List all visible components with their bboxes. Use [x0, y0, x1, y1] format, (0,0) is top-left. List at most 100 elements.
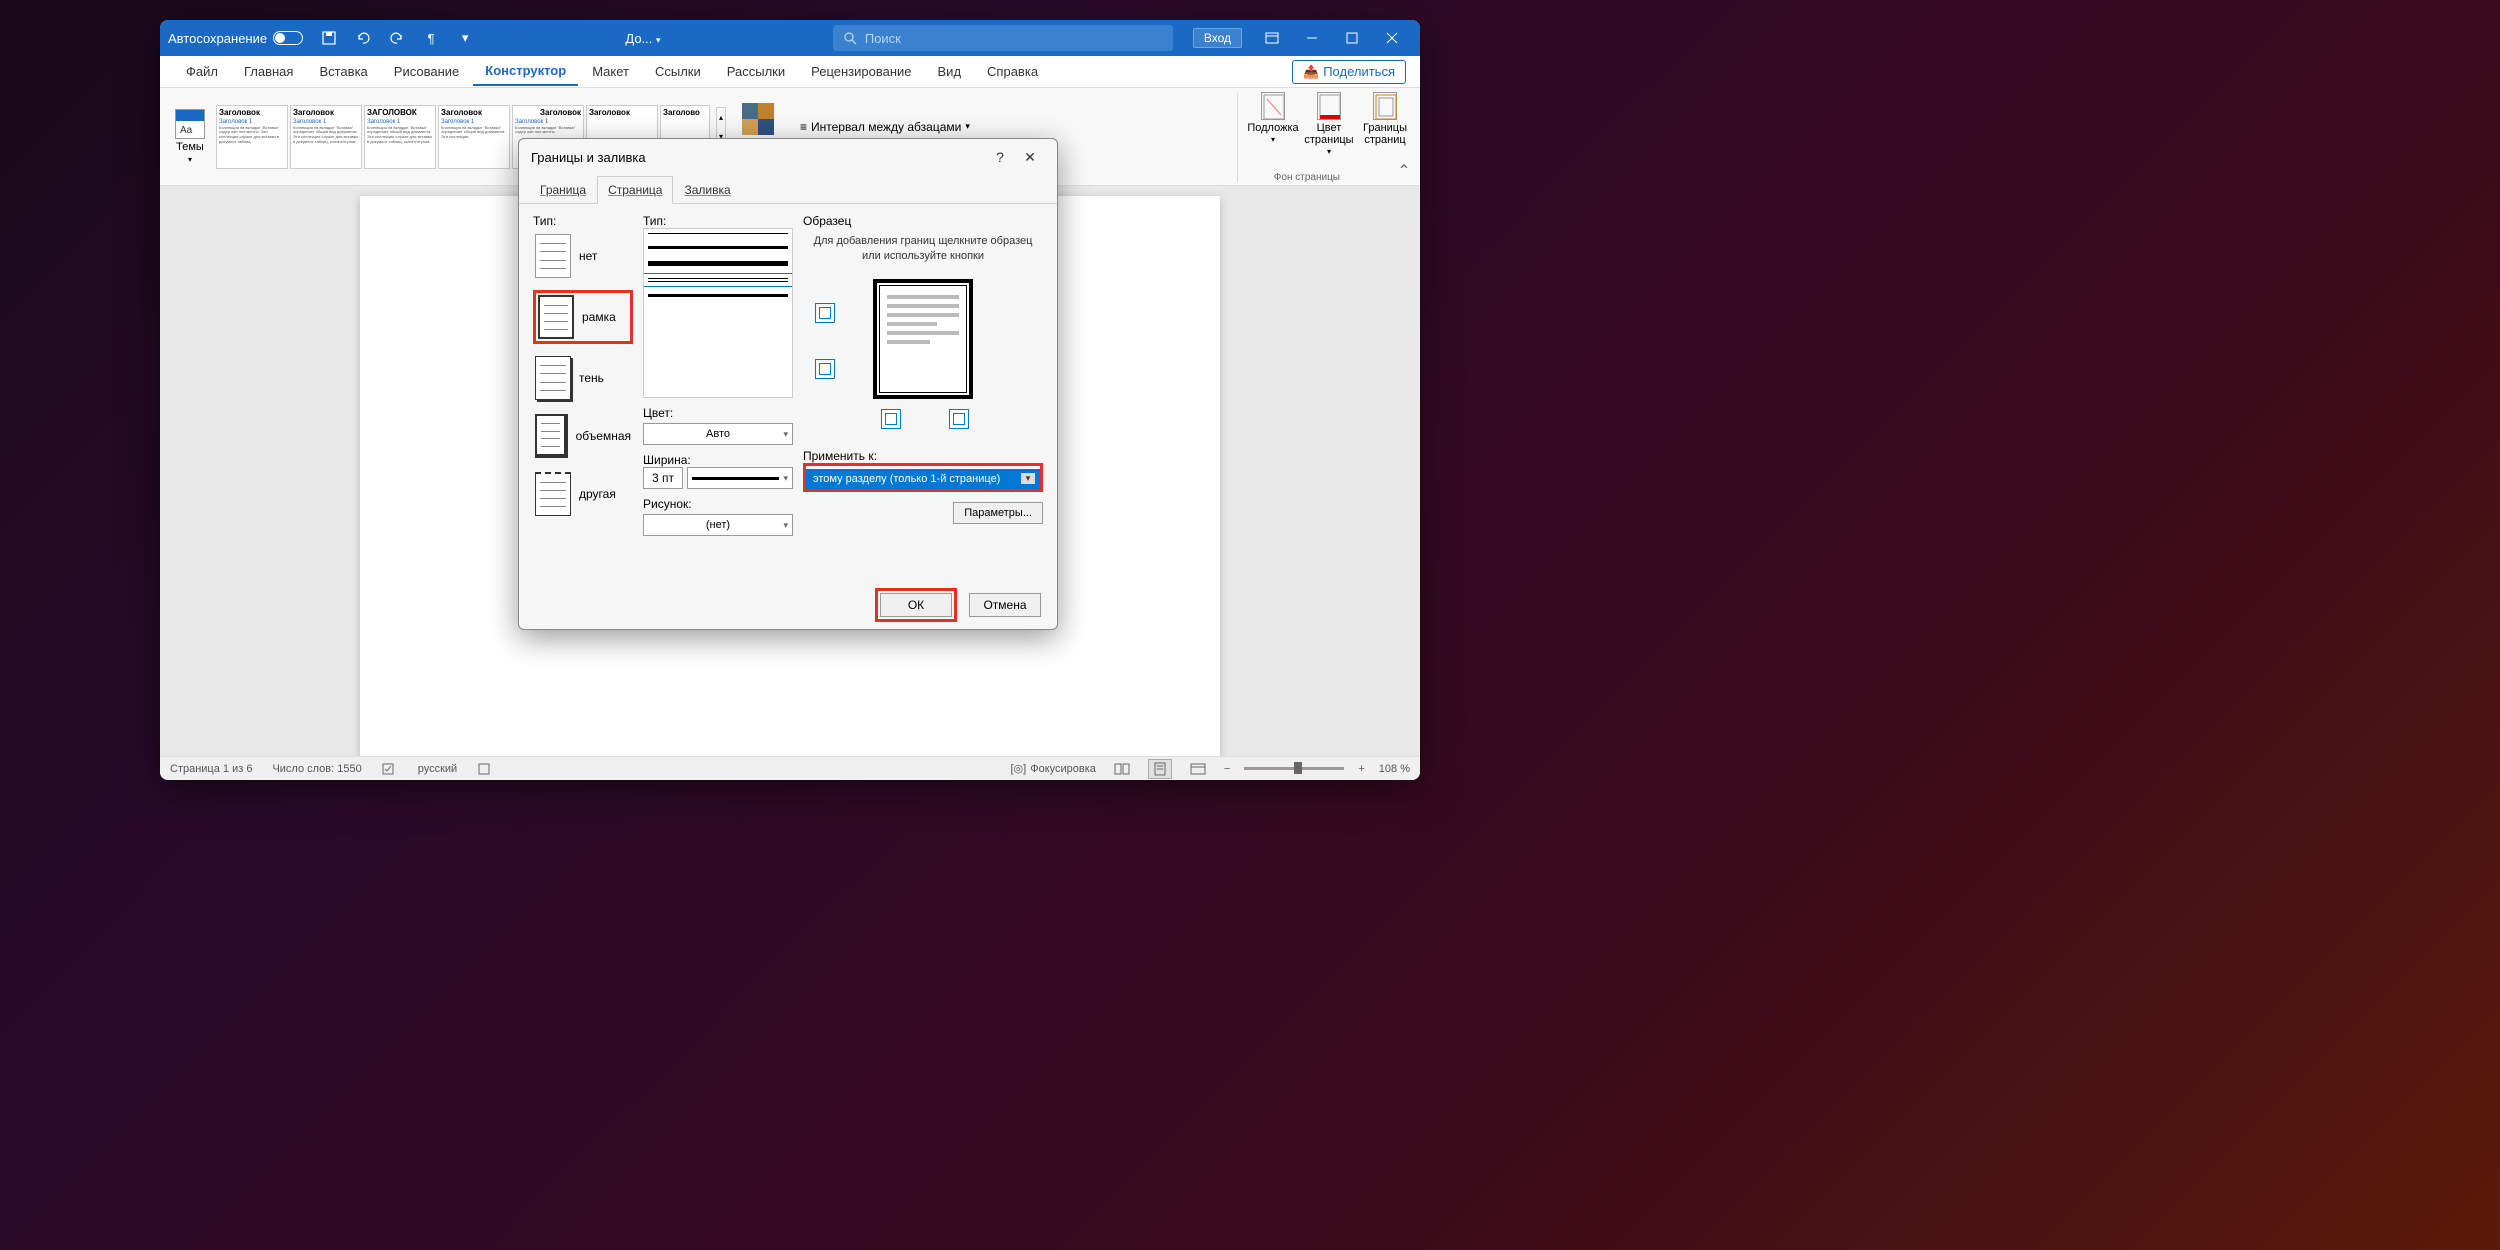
search-box[interactable]: [833, 25, 1173, 51]
pilcrow-icon[interactable]: ¶: [423, 30, 439, 46]
login-button[interactable]: Вход: [1193, 28, 1242, 48]
quick-access-toolbar: ¶ ▾: [321, 30, 473, 46]
apply-to-dropdown[interactable]: этому разделу (только 1-й странице): [806, 469, 1040, 489]
customize-qat-icon[interactable]: ▾: [457, 30, 473, 46]
border-bottom-button[interactable]: [881, 409, 901, 429]
status-bar: Страница 1 из 6 Число слов: 1550 русский…: [160, 756, 1420, 780]
themes-icon: [175, 109, 205, 139]
preview-hint: Для добавления границ щелкните образец и…: [803, 234, 1043, 265]
zoom-in-icon[interactable]: +: [1358, 763, 1364, 775]
colors-button[interactable]: [742, 103, 774, 135]
autosave-label: Автосохранение: [168, 31, 267, 46]
width-label: Ширина:: [643, 453, 793, 467]
window-controls: [1252, 20, 1412, 56]
page-borders-button[interactable]: Границы страниц: [1360, 92, 1410, 146]
zoom-level[interactable]: 108 %: [1379, 763, 1410, 775]
focus-mode-button[interactable]: [◎]Фокусировка: [1011, 762, 1096, 775]
tab-references[interactable]: Ссылки: [643, 58, 713, 85]
borders-shading-dialog: Границы и заливка ? ✕ Граница Страница З…: [518, 138, 1058, 630]
paragraph-spacing-button[interactable]: ≡Интервал между абзацами ▾: [800, 120, 970, 134]
spacing-icon: ≡: [800, 120, 807, 134]
style-item[interactable]: ЗаголовокЗаголовок 1Коллекция на вкладке…: [290, 105, 362, 169]
dialog-buttons: ОК Отмена: [519, 581, 1057, 629]
cancel-button[interactable]: Отмена: [969, 593, 1041, 617]
style-item[interactable]: ЗаголовокЗаголовок 1Коллекция на вкладке…: [438, 105, 510, 169]
maximize-icon[interactable]: [1332, 20, 1372, 56]
color-label: Цвет:: [643, 406, 793, 420]
border-style-column: Тип: Цвет: Авто Ширина: 3 пт Рисуно: [643, 214, 793, 571]
share-button[interactable]: 📤 Поделиться: [1292, 60, 1406, 84]
document-title: До... ▾: [473, 31, 813, 46]
style-item[interactable]: ЗаголовокЗаголовок 1Коллекция на вкладке…: [216, 105, 288, 169]
style-option[interactable]: [648, 233, 788, 234]
tab-shading[interactable]: Заливка: [673, 176, 741, 204]
style-item[interactable]: ЗАГОЛОВОКЗаголовок 1Коллекция на вкладке…: [364, 105, 436, 169]
read-mode-icon[interactable]: [1110, 759, 1134, 779]
dialog-title: Границы и заливка: [531, 150, 646, 165]
tab-insert[interactable]: Вставка: [307, 58, 379, 85]
border-right-button[interactable]: [949, 409, 969, 429]
width-dropdown[interactable]: 3 пт: [643, 467, 793, 489]
language-status[interactable]: русский: [418, 763, 457, 775]
ribbon-display-icon[interactable]: [1252, 20, 1292, 56]
options-button[interactable]: Параметры...: [953, 502, 1043, 524]
type-3d[interactable]: объемная: [533, 412, 633, 460]
close-icon[interactable]: ✕: [1015, 142, 1045, 172]
web-layout-icon[interactable]: [1186, 759, 1210, 779]
word-count-status[interactable]: Число слов: 1550: [272, 763, 361, 775]
redo-icon[interactable]: [389, 30, 405, 46]
border-left-button[interactable]: [815, 359, 835, 379]
page-borders-icon: [1373, 92, 1397, 120]
style-option[interactable]: [648, 278, 788, 282]
search-input[interactable]: [865, 31, 1163, 46]
tab-page[interactable]: Страница: [597, 176, 673, 204]
tab-border[interactable]: Граница: [529, 176, 597, 204]
save-icon[interactable]: [321, 30, 337, 46]
tab-review[interactable]: Рецензирование: [799, 58, 923, 85]
art-dropdown[interactable]: (нет): [643, 514, 793, 536]
zoom-out-icon[interactable]: −: [1224, 763, 1230, 775]
tab-design[interactable]: Конструктор: [473, 57, 578, 86]
style-option[interactable]: [648, 261, 788, 266]
art-label: Рисунок:: [643, 497, 793, 511]
focus-icon: [◎]: [1011, 762, 1027, 775]
tab-file[interactable]: Файл: [174, 58, 230, 85]
preview-column: Образец Для добавления границ щелкните о…: [803, 214, 1043, 571]
autosave-toggle[interactable]: Автосохранение: [168, 31, 303, 46]
dialog-title-bar: Границы и заливка ? ✕: [519, 139, 1057, 175]
type-custom[interactable]: другая: [533, 470, 633, 518]
type-box[interactable]: рамка: [533, 290, 633, 344]
print-layout-icon[interactable]: [1148, 759, 1172, 779]
spellcheck-icon[interactable]: [382, 762, 398, 776]
tab-home[interactable]: Главная: [232, 58, 305, 85]
apply-label: Применить к:: [803, 449, 1043, 463]
share-icon: 📤: [1303, 64, 1319, 80]
style-option[interactable]: [648, 294, 788, 297]
preview-label: Образец: [803, 214, 1043, 228]
tab-view[interactable]: Вид: [926, 58, 974, 85]
accessibility-icon[interactable]: [477, 762, 491, 776]
ribbon-tabs: Файл Главная Вставка Рисование Конструкт…: [160, 56, 1420, 88]
style-list[interactable]: [643, 228, 793, 398]
undo-icon[interactable]: [355, 30, 371, 46]
minimize-icon[interactable]: [1292, 20, 1332, 56]
page-color-button[interactable]: Цвет страницы▾: [1304, 92, 1354, 157]
type-none[interactable]: нет: [533, 232, 633, 280]
close-icon[interactable]: [1372, 20, 1412, 56]
zoom-slider[interactable]: [1244, 767, 1344, 770]
themes-button[interactable]: Темы ▾: [170, 109, 210, 164]
type-shadow[interactable]: тень: [533, 354, 633, 402]
tab-draw[interactable]: Рисование: [382, 58, 471, 85]
collapse-ribbon-icon[interactable]: ⌃: [1394, 161, 1414, 181]
help-icon[interactable]: ?: [985, 142, 1015, 172]
ok-button[interactable]: ОК: [880, 593, 952, 617]
color-dropdown[interactable]: Авто: [643, 423, 793, 445]
border-top-button[interactable]: [815, 303, 835, 323]
tab-layout[interactable]: Макет: [580, 58, 641, 85]
tab-mailings[interactable]: Рассылки: [715, 58, 797, 85]
watermark-button[interactable]: Подложка▾: [1248, 92, 1298, 145]
preview-page-icon[interactable]: [873, 279, 973, 399]
page-number-status[interactable]: Страница 1 из 6: [170, 763, 252, 775]
style-option[interactable]: [648, 246, 788, 249]
tab-help[interactable]: Справка: [975, 58, 1050, 85]
